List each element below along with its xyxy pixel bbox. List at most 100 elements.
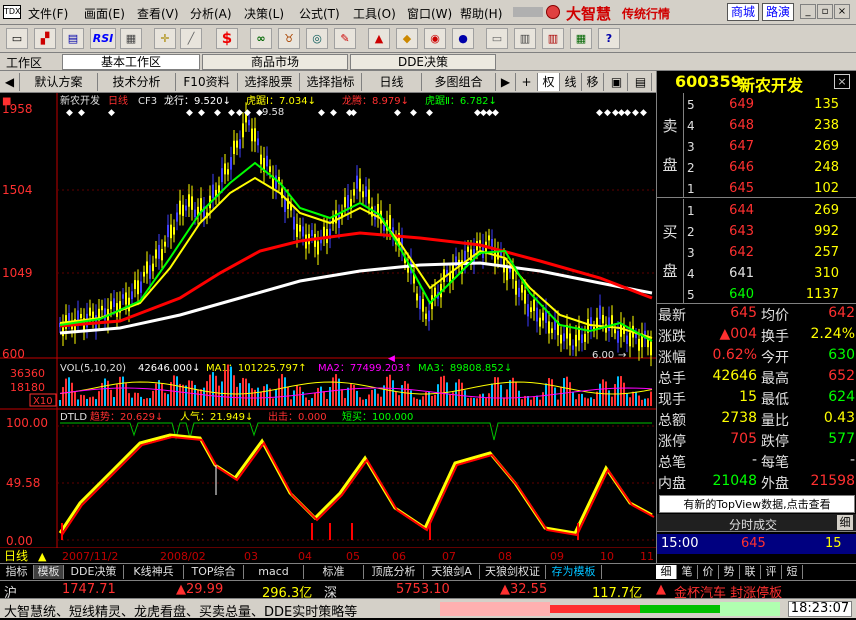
sell-level-2[interactable]: 2 646 248 bbox=[684, 158, 856, 179]
tab-macd[interactable]: macd bbox=[244, 565, 304, 579]
daily-button[interactable]: 日线 bbox=[362, 73, 422, 91]
move-button[interactable]: 移 bbox=[582, 73, 604, 91]
ball-icon[interactable]: ● bbox=[452, 28, 474, 49]
menu-view[interactable]: 查看(V) bbox=[137, 5, 179, 22]
tab-commodity-market[interactable]: 商品市场 bbox=[202, 54, 348, 70]
left-arrow-icon[interactable]: ◀ bbox=[0, 73, 20, 91]
signal-diamond: ◆ bbox=[214, 108, 221, 118]
calendar-icon[interactable]: ▦ bbox=[570, 28, 592, 49]
alert-icon[interactable]: ▲ bbox=[368, 28, 390, 49]
tab-top-bottom[interactable]: 顶底分析 bbox=[364, 565, 424, 579]
sh-index[interactable]: 1747.71 bbox=[62, 582, 116, 597]
menu-help[interactable]: 帮助(H) bbox=[460, 5, 502, 22]
tab-basic-workspace[interactable]: 基本工作区 bbox=[62, 54, 200, 70]
buy-level-4[interactable]: 4 641 310 bbox=[684, 264, 856, 285]
table-icon[interactable]: ▤ bbox=[62, 28, 84, 49]
tab-sirius-a[interactable]: 天狼剑A bbox=[424, 565, 480, 579]
chart-area[interactable]: ■ 新农开发 日线 CF3 龙行：9.520↓ 虎踞Ⅰ：7.034↓ 龙腾：8.… bbox=[0, 93, 656, 563]
tab-related[interactable]: 联 bbox=[740, 565, 761, 579]
default-scheme-button[interactable]: 默认方案 bbox=[20, 73, 98, 91]
tab-detail[interactable]: 细 bbox=[656, 565, 677, 579]
notes-icon[interactable]: ▥ bbox=[514, 28, 536, 49]
buy-level-3[interactable]: 3 642 257 bbox=[684, 243, 856, 264]
layout-icon[interactable]: ▤ bbox=[630, 73, 652, 91]
candle-body bbox=[266, 155, 268, 167]
candle-body bbox=[539, 317, 541, 327]
tab-sirius-warrant[interactable]: 天狼剑权证 bbox=[480, 565, 546, 579]
close-panel-icon[interactable]: × bbox=[834, 74, 850, 89]
rights-button[interactable]: 权 bbox=[538, 73, 560, 91]
tab-price[interactable]: 价 bbox=[698, 565, 719, 579]
pen-icon[interactable]: ✎ bbox=[334, 28, 356, 49]
minimize-view-icon[interactable]: ▭ bbox=[486, 28, 508, 49]
menu-tools[interactable]: 工具(O) bbox=[353, 5, 396, 22]
right-arrow-icon[interactable]: ▶ bbox=[496, 73, 516, 91]
grid-icon[interactable]: ▦ bbox=[120, 28, 142, 49]
open-icon[interactable]: ▭ bbox=[6, 28, 28, 49]
mall-button[interactable]: 商城 bbox=[727, 3, 759, 21]
sell-level-3[interactable]: 3 647 269 bbox=[684, 137, 856, 158]
crosshair-icon[interactable]: ✛ bbox=[154, 28, 176, 49]
tech-analysis-button[interactable]: 技术分析 bbox=[98, 73, 176, 91]
ticks-detail-button[interactable]: 细 bbox=[837, 515, 853, 530]
topview-button[interactable]: 有新的TopView数据,点击查看 bbox=[659, 495, 855, 513]
buy-level-2[interactable]: 2 643 992 bbox=[684, 222, 856, 243]
buy-level-5[interactable]: 5 640 1137 bbox=[684, 285, 856, 306]
restore-icon[interactable]: ▫ bbox=[817, 4, 833, 19]
tab-review[interactable]: 评 bbox=[761, 565, 782, 579]
menu-decide[interactable]: 决策(L) bbox=[244, 5, 284, 22]
binoculars-icon[interactable]: ◎ bbox=[306, 28, 328, 49]
sell-level-1[interactable]: 1 645 102 bbox=[684, 179, 856, 200]
volume-bar bbox=[206, 381, 208, 406]
volume-bar bbox=[308, 399, 310, 406]
help-cursor-icon[interactable]: ? bbox=[598, 28, 620, 49]
diamond-icon[interactable]: ◆ bbox=[396, 28, 418, 49]
tab-dde[interactable]: DDE决策 bbox=[64, 565, 124, 579]
bull-icon[interactable]: ♉ bbox=[278, 28, 300, 49]
window-icon[interactable]: ▣ bbox=[606, 73, 628, 91]
menu-analyze[interactable]: 分析(A) bbox=[190, 5, 232, 22]
buy-level-1[interactable]: 1 644 269 bbox=[684, 201, 856, 222]
volume-bar bbox=[503, 397, 505, 406]
menu-screen[interactable]: 画面(E) bbox=[84, 5, 125, 22]
sz-index[interactable]: 5753.10 bbox=[396, 582, 450, 597]
tick-row[interactable]: 15:00 645 15 bbox=[657, 534, 856, 554]
candle-body bbox=[338, 215, 340, 229]
books-icon[interactable]: ▥ bbox=[542, 28, 564, 49]
f10-button[interactable]: F10资料 bbox=[176, 73, 238, 91]
close-icon[interactable]: × bbox=[834, 4, 850, 19]
select-indicator-button[interactable]: 选择指标 bbox=[300, 73, 362, 91]
multi-chart-button[interactable]: 多图组合 bbox=[422, 73, 496, 91]
volume-bar bbox=[194, 384, 196, 406]
select-stock-button[interactable]: 选择股票 bbox=[238, 73, 300, 91]
line-button[interactable]: 线 bbox=[560, 73, 582, 91]
tab-standard[interactable]: 标准 bbox=[304, 565, 364, 579]
glasses-icon[interactable]: ∞ bbox=[250, 28, 272, 49]
tab-short[interactable]: 短 bbox=[782, 565, 803, 579]
rsi-icon[interactable]: RSI bbox=[90, 28, 116, 49]
ring-icon[interactable]: ◉ bbox=[424, 28, 446, 49]
tab-dde-decision[interactable]: DDE决策 bbox=[350, 54, 496, 70]
volume-bar bbox=[59, 400, 61, 406]
roadshow-button[interactable]: 路演 bbox=[762, 3, 794, 21]
kline-icon[interactable]: ▞ bbox=[34, 28, 56, 49]
ruler-icon[interactable]: ╱ bbox=[180, 28, 202, 49]
candle-body bbox=[359, 178, 361, 192]
minimize-icon[interactable]: _ bbox=[800, 4, 816, 19]
save-template-button[interactable]: 存为模板 bbox=[546, 565, 602, 579]
tab-kline-weapon[interactable]: K线神兵 bbox=[124, 565, 184, 579]
tab-trend[interactable]: 势 bbox=[719, 565, 740, 579]
sell-level-5[interactable]: 5 649 135 bbox=[684, 95, 856, 116]
tab-top-combo[interactable]: TOP综合 bbox=[184, 565, 244, 579]
tab-indicator[interactable]: 指标 bbox=[0, 565, 34, 579]
menu-window[interactable]: 窗口(W) bbox=[407, 5, 452, 22]
plus-icon[interactable]: + bbox=[516, 73, 538, 91]
dollar-icon[interactable]: $ bbox=[216, 28, 238, 49]
tab-template[interactable]: 模板 bbox=[34, 565, 64, 579]
bottom-tabs: 指标 模板 DDE决策 K线神兵 TOP综合 macd 标准 顶底分析 天狼剑A… bbox=[0, 563, 856, 579]
dtld-attack: 出击：0.000 bbox=[268, 410, 327, 423]
menu-file[interactable]: 文件(F) bbox=[28, 5, 68, 22]
menu-formula[interactable]: 公式(T) bbox=[299, 5, 340, 22]
tab-trades[interactable]: 笔 bbox=[677, 565, 698, 579]
sell-level-4[interactable]: 4 648 238 bbox=[684, 116, 856, 137]
